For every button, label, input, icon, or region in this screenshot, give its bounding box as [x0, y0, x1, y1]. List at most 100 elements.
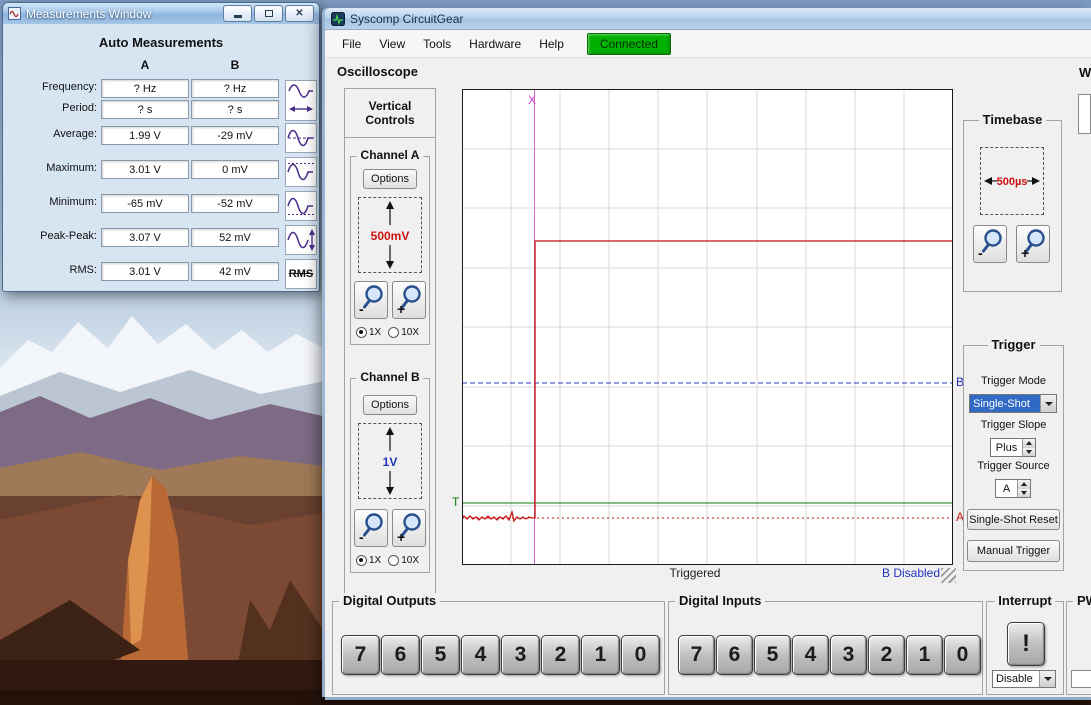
single-shot-reset-button[interactable]: Single-Shot Reset [967, 509, 1060, 530]
scope-status-b-disabled: B Disabled [882, 566, 940, 580]
timebase-zoom-in-button[interactable]: + [1016, 225, 1050, 263]
close-icon: ✕ [295, 9, 303, 19]
channel-a-options-button[interactable]: Options [363, 169, 417, 189]
magnifier-minus-icon [361, 512, 385, 538]
spinner-down-arrow[interactable] [1023, 448, 1035, 457]
radio-indicator [356, 327, 367, 338]
spinner-down-arrow[interactable] [1018, 489, 1030, 498]
digital-output-button-0[interactable]: 0 [621, 635, 660, 675]
digital-output-button-4[interactable]: 4 [461, 635, 500, 675]
magnifier-minus-icon [980, 228, 1004, 254]
digital-input-indicator-1[interactable]: 1 [906, 635, 943, 675]
menubar: File View Tools Hardware Help Connected [325, 30, 1091, 58]
channel-a-range-value: 500mV [371, 229, 410, 243]
circuitgear-window-icon [331, 12, 345, 26]
minimize-button[interactable] [223, 5, 252, 22]
rms-a-value: 3.01 V [101, 262, 189, 281]
cursor-x-label[interactable]: X [528, 93, 536, 107]
pwm-title: PW [1073, 593, 1091, 608]
frequency-label: Frequency: [5, 81, 97, 93]
trigger-level-marker[interactable]: T [452, 495, 459, 509]
timebase-zoom-out-button[interactable]: - [973, 225, 1007, 263]
minimum-label: Minimum: [5, 196, 97, 208]
menu-tools[interactable]: Tools [414, 34, 460, 54]
close-button[interactable]: ✕ [285, 5, 314, 22]
frequency-a-value: ? Hz [101, 79, 189, 98]
channel-a-title: Channel A [357, 148, 424, 162]
channel-a-zoom-in-button[interactable]: + [392, 281, 426, 319]
digital-input-indicator-5[interactable]: 5 [754, 635, 791, 675]
digital-input-indicator-0[interactable]: 0 [944, 635, 981, 675]
menu-view[interactable]: View [370, 34, 414, 54]
column-header-a: A [101, 58, 189, 72]
spinner-up-arrow[interactable] [1023, 439, 1035, 448]
scope-grid [462, 89, 953, 565]
pwm-clipped-control [1071, 670, 1091, 688]
channel-a-zoom-out-button[interactable]: - [354, 281, 388, 319]
period-b-value: ? s [191, 100, 279, 119]
peak-peak-a-value: 3.07 V [101, 228, 189, 247]
menu-hardware[interactable]: Hardware [460, 34, 530, 54]
digital-output-button-7[interactable]: 7 [341, 635, 380, 675]
circuitgear-window-title: Syscomp CircuitGear [350, 12, 463, 26]
digital-input-indicator-7[interactable]: 7 [678, 635, 715, 675]
digital-output-button-2[interactable]: 2 [541, 635, 580, 675]
waveform-generator-clipped-panel [1078, 94, 1091, 134]
maximum-b-value: 0 mV [191, 160, 279, 179]
menu-help[interactable]: Help [530, 34, 573, 54]
scope-display[interactable] [462, 89, 953, 565]
interrupt-button[interactable]: ! [1007, 622, 1045, 666]
trigger-panel: Trigger Trigger Mode Single-Shot Trigger… [963, 345, 1064, 571]
trigger-mode-select[interactable]: Single-Shot [969, 394, 1057, 413]
vertical-controls-panel: Vertical Controls Channel A Options 500m… [344, 88, 436, 596]
maximize-icon [265, 10, 273, 17]
spinner-up-arrow[interactable] [1018, 480, 1030, 489]
digital-output-button-5[interactable]: 5 [421, 635, 460, 675]
digital-output-button-3[interactable]: 3 [501, 635, 540, 675]
period-a-value: ? s [101, 100, 189, 119]
digital-input-indicator-4[interactable]: 4 [792, 635, 829, 675]
timebase-display: 500µs [980, 147, 1044, 215]
average-waveform-icon [285, 123, 317, 153]
manual-trigger-button[interactable]: Manual Trigger [967, 540, 1060, 562]
peak-peak-label: Peak-Peak: [5, 230, 97, 242]
oscilloscope-section-title: Oscilloscope [337, 64, 418, 79]
connected-indicator[interactable]: Connected [587, 33, 671, 55]
digital-output-button-6[interactable]: 6 [381, 635, 420, 675]
maximize-button[interactable] [254, 5, 283, 22]
rms-icon: RMS [285, 259, 317, 289]
measurements-window-titlebar[interactable]: Measurements Window ✕ [3, 3, 319, 24]
channel-a-probe-10x-radio[interactable]: 10X [388, 327, 419, 338]
waveform-generator-clipped-label: W [1079, 65, 1091, 80]
menu-file[interactable]: File [333, 34, 370, 54]
peak-peak-b-value: 52 mV [191, 228, 279, 247]
channel-b-probe-1x-radio[interactable]: 1X [356, 555, 381, 566]
dropdown-arrow-icon[interactable] [1039, 671, 1055, 687]
channel-a-probe-1x-radio[interactable]: 1X [356, 327, 381, 338]
digital-inputs-title: Digital Inputs [675, 593, 765, 608]
channel-b-probe-10x-radio[interactable]: 10X [388, 555, 419, 566]
digital-outputs-title: Digital Outputs [339, 593, 440, 608]
digital-input-indicator-3[interactable]: 3 [830, 635, 867, 675]
digital-input-indicator-6[interactable]: 6 [716, 635, 753, 675]
dropdown-arrow-icon[interactable] [1040, 395, 1056, 412]
digital-output-button-1[interactable]: 1 [581, 635, 620, 675]
frequency-b-value: ? Hz [191, 79, 279, 98]
measurements-window-icon [8, 7, 21, 20]
trigger-slope-spinner[interactable]: Plus [990, 438, 1036, 457]
column-header-b: B [191, 58, 279, 72]
digital-input-indicator-2[interactable]: 2 [868, 635, 905, 675]
channel-b-zoom-out-button[interactable]: - [354, 509, 388, 547]
trigger-source-label: Trigger Source [964, 460, 1063, 472]
circuitgear-titlebar[interactable]: Syscomp CircuitGear [325, 8, 1091, 30]
minimize-icon [234, 15, 242, 18]
channel-b-options-button[interactable]: Options [363, 395, 417, 415]
interrupt-mode-select[interactable]: Disable [992, 670, 1056, 688]
resize-grip[interactable] [941, 568, 956, 583]
channel-b-zoom-in-button[interactable]: + [392, 509, 426, 547]
trigger-source-spinner[interactable]: A [995, 479, 1031, 498]
channel-a-range-display: 500mV [358, 197, 422, 273]
trigger-mode-label: Trigger Mode [964, 375, 1063, 387]
vertical-controls-title: Vertical Controls [345, 89, 435, 138]
channel-b-range-display: 1V [358, 423, 422, 499]
